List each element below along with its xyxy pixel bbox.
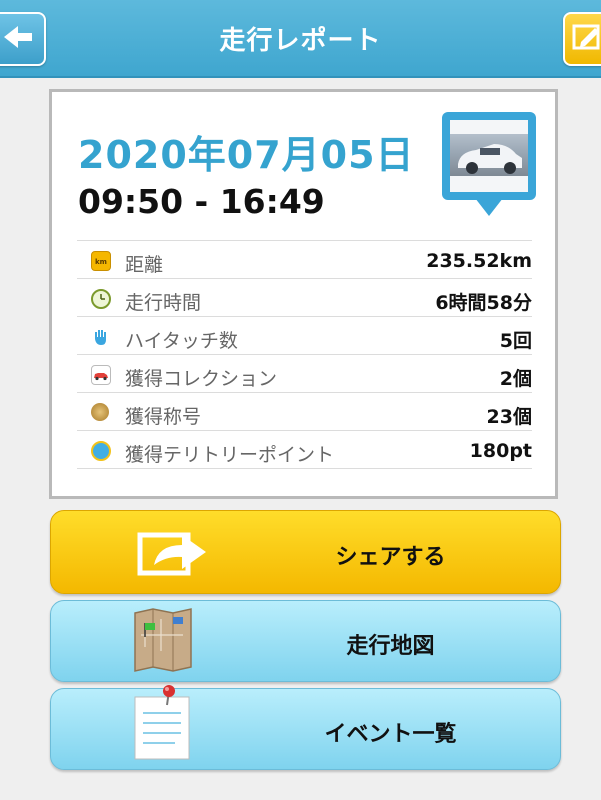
stat-label: ハイタッチ数 (125, 330, 238, 352)
stat-label: 走行時間 (125, 292, 202, 314)
event-list-button[interactable]: イベント一覧 (50, 685, 561, 770)
svg-text:km: km (95, 258, 107, 266)
stat-label: 獲得テリトリーポイント (125, 444, 335, 466)
spot-icon (91, 441, 111, 461)
edit-icon (572, 24, 600, 50)
page-title: 走行レポート (219, 26, 382, 56)
stat-value: 5回 (499, 330, 532, 352)
drive-map-button[interactable]: 走行地図 (50, 600, 561, 682)
share-button[interactable]: シェアする (50, 510, 561, 594)
clock-icon (91, 289, 111, 309)
stat-row-distance: km 距離 235.52km (77, 240, 532, 278)
report-date: 2020年07月05日 (78, 133, 415, 177)
edit-button[interactable] (563, 12, 601, 66)
stat-value: 235.52km (426, 250, 532, 272)
share-button-label: シェアする (335, 545, 446, 570)
stat-label: 距離 (125, 254, 164, 276)
event-list-button-label: イベント一覧 (324, 722, 457, 747)
memo-icon (134, 685, 190, 760)
stat-row-drive-time: 走行時間 6時間58分 (77, 278, 532, 316)
stat-row-high-touch: ハイタッチ数 5回 (77, 316, 532, 354)
car-photo-pin[interactable] (442, 112, 536, 200)
km-icon: km (91, 251, 111, 271)
stat-value: 23個 (486, 406, 532, 428)
stat-label: 獲得コレクション (125, 368, 278, 390)
car-icon (450, 120, 528, 192)
stat-value: 180pt (469, 440, 532, 462)
drive-map-button-label: 走行地図 (346, 634, 435, 659)
map-icon (134, 608, 192, 672)
stat-row-collection: 獲得コレクション 2個 (77, 354, 532, 392)
app-header: 走行レポート (0, 0, 601, 78)
car-photo (450, 120, 528, 192)
stats-list: km 距離 235.52km 走行時間 6時間58分 ハイタッチ数 5回 獲得コ… (77, 240, 532, 469)
medal-icon (91, 403, 109, 421)
stat-row-territory: 獲得テリトリーポイント 180pt (77, 430, 532, 469)
share-icon (137, 532, 206, 576)
stat-row-titles: 獲得称号 23個 (77, 392, 532, 430)
hand-icon (91, 327, 109, 345)
report-time-range: 09:50 - 16:49 (78, 182, 325, 221)
pin-pointer (475, 198, 503, 216)
report-card: 2020年07月05日 09:50 - 16:49 km 距離 235.52km (49, 89, 558, 499)
stat-value: 2個 (499, 368, 532, 390)
stat-value: 6時間58分 (435, 292, 532, 314)
stat-label: 獲得称号 (125, 406, 202, 428)
car-icon (91, 365, 111, 385)
